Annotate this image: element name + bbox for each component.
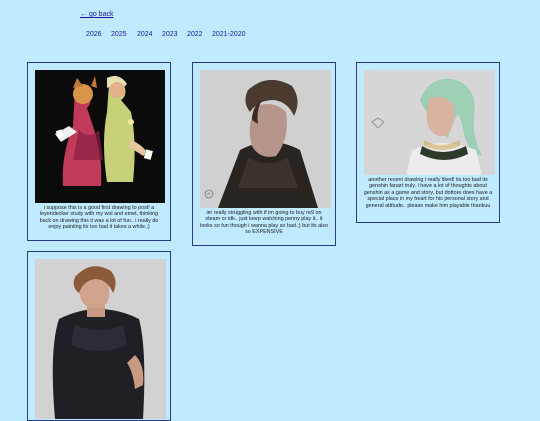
art-post-card[interactable]: im really struggling with if im going to…: [192, 62, 336, 246]
artwork-image[interactable]: [200, 70, 331, 208]
year-link-2024[interactable]: 2024: [137, 31, 153, 38]
post-caption: im really struggling with if im going to…: [200, 210, 328, 236]
year-link-2022[interactable]: 2022: [187, 31, 203, 38]
post-caption: another recent drawing i really liked! i…: [363, 177, 493, 209]
artwork-image[interactable]: [35, 70, 165, 203]
go-back-link[interactable]: ← go back: [80, 11, 113, 18]
artwork-image[interactable]: [364, 70, 495, 175]
art-post-card[interactable]: i suppose this is a good first drawing t…: [27, 62, 171, 241]
post-caption: i suppose this is a good first drawing t…: [39, 205, 159, 231]
art-post-card[interactable]: another recent drawing i really liked! i…: [356, 62, 500, 223]
artwork-image[interactable]: [35, 259, 166, 419]
year-link-2023[interactable]: 2023: [162, 31, 178, 38]
art-post-card[interactable]: [27, 251, 171, 421]
year-link-2021-2020[interactable]: 2021-2020: [212, 31, 245, 38]
year-link-2025[interactable]: 2025: [111, 31, 127, 38]
year-link-2026[interactable]: 2026: [86, 31, 102, 38]
